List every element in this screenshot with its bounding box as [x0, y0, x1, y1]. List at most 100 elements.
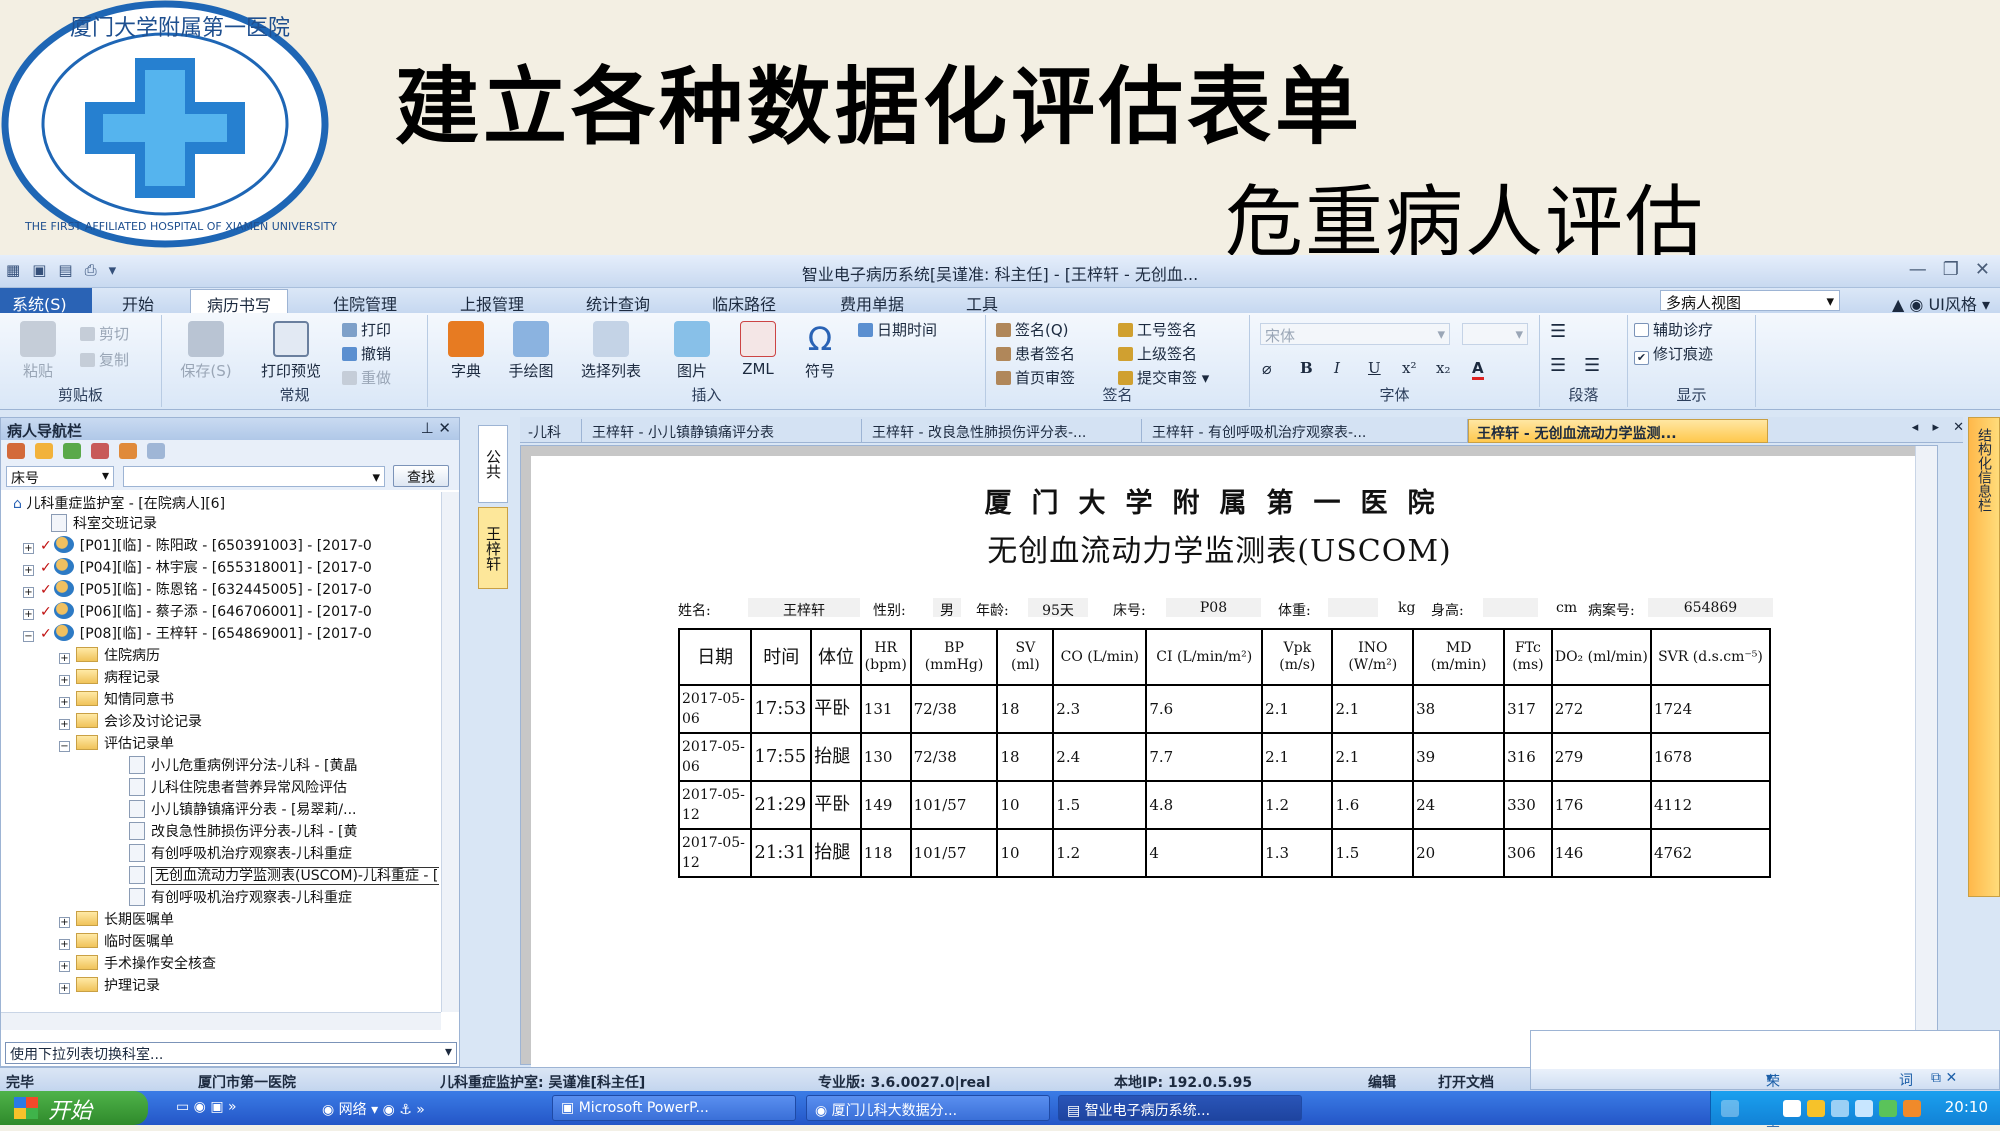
tree-folder[interactable]: + 会诊及讨论记录 [59, 712, 202, 732]
document-vertical-scrollbar[interactable] [1915, 446, 1937, 1056]
doc-tab[interactable]: 王梓轩 - 小儿镇静镇痛评分表 [584, 419, 862, 443]
tree-document-selected[interactable]: 无创血流动力学监测表(USCOM)-儿科重症 - [苏潘琛/易翠莉] [129, 866, 439, 886]
doc-tab[interactable]: 王梓轩 - 有创呼吸机治疗观察表-... [1144, 419, 1468, 443]
expand-icon[interactable]: + [23, 609, 34, 620]
table-cell[interactable]: 72/38 [909, 732, 999, 782]
table-cell[interactable]: 279 [1550, 732, 1652, 782]
tab-tools[interactable]: 工具 [966, 291, 998, 315]
expand-icon[interactable]: + [59, 675, 70, 686]
ime-word[interactable]: 词 [1899, 1070, 1913, 1090]
table-cell[interactable]: 7.6 [1145, 684, 1264, 734]
tree-document[interactable]: 小儿镇静镇痛评分表 - [易翠莉/... [129, 800, 356, 820]
align-left-button[interactable]: ☰ [1550, 321, 1566, 342]
tab-system[interactable]: 系统(S) [0, 288, 92, 314]
superscript-button[interactable]: x² [1402, 359, 1416, 377]
tree-folder[interactable]: + 临时医嘱单 [59, 932, 174, 952]
age-value[interactable]: 95天 [1028, 598, 1088, 619]
table-cell[interactable]: 2017-05-06 [677, 684, 753, 734]
close-button[interactable]: ✕ [1975, 259, 1990, 280]
table-cell[interactable]: 149 [859, 780, 912, 830]
tree-folder[interactable]: + 手术操作安全核查 [59, 954, 216, 974]
ui-style-menu[interactable]: ▲ ◉ UI风格 ▾ [1892, 291, 1990, 315]
tree-vertical-scrollbar[interactable] [441, 492, 459, 1012]
table-cell[interactable]: 118 [859, 828, 912, 878]
copy-button[interactable]: 复制 [80, 349, 129, 370]
table-cell[interactable]: 4.8 [1145, 780, 1264, 830]
expand-icon[interactable]: + [23, 543, 34, 554]
table-cell[interactable]: 平卧 [810, 780, 862, 830]
tree-shift-record[interactable]: 科室交班记录 [51, 514, 157, 534]
tree-folder[interactable]: + 知情同意书 [59, 690, 174, 710]
ime-user[interactable]: 荣爱堂 ▾ [1766, 1070, 1780, 1130]
table-cell[interactable]: 4 [1145, 828, 1264, 878]
doc-tab[interactable]: 王梓轩 - 改良急性肺损伤评分表-... [864, 419, 1142, 443]
datetime-button[interactable]: 日期时间 [858, 319, 937, 340]
pin-close-controls[interactable]: ⊥ ✕ [421, 419, 451, 437]
tab-report[interactable]: 上报管理 [460, 291, 524, 315]
app-tray-icon[interactable] [1903, 1100, 1921, 1117]
search-input[interactable]: ▾ [123, 466, 385, 487]
table-cell[interactable]: 1.3 [1261, 828, 1334, 878]
bed-value[interactable]: P08 [1166, 598, 1261, 617]
cut-button[interactable]: 剪切 [80, 323, 129, 344]
patients-icon[interactable] [7, 443, 25, 459]
person-icon[interactable] [91, 443, 109, 459]
patient-sign-button[interactable]: 患者签名 [996, 343, 1075, 364]
table-cell[interactable]: 1.2 [1052, 828, 1148, 878]
tree-patient[interactable]: + ✓ [P05][临] - 陈恩铭 - [632445005] - [2017-0 [23, 580, 372, 600]
tree-patient-selected[interactable]: − ✓ [P08][临] - 王梓轩 - [654869001] - [2017-0 [23, 624, 372, 644]
ime-icon[interactable] [1783, 1100, 1801, 1117]
tree-patient[interactable]: + ✓ [P01][临] - 陈阳政 - [650391003] - [2017-0 [23, 536, 372, 556]
height-value[interactable] [1483, 598, 1538, 617]
table-cell[interactable]: 4762 [1649, 828, 1772, 878]
eraser-button[interactable]: ⌀ [1262, 359, 1272, 378]
start-button[interactable]: 开始 [0, 1091, 148, 1125]
expand-icon[interactable]: + [59, 939, 70, 950]
tree-folder[interactable]: + 住院病历 [59, 646, 160, 666]
table-cell[interactable]: 4112 [1649, 780, 1772, 830]
font-size-select[interactable]: ▾ [1462, 323, 1528, 345]
collapse-icon[interactable]: − [23, 631, 34, 642]
table-cell[interactable]: 38 [1412, 684, 1506, 734]
table-cell[interactable]: 317 [1503, 684, 1553, 734]
tab-billing[interactable]: 费用单据 [840, 291, 904, 315]
table-cell[interactable]: 17:55 [750, 732, 813, 782]
tree-folder[interactable]: + 护理记录 [59, 976, 160, 996]
table-cell[interactable]: 306 [1503, 828, 1553, 878]
table-cell[interactable]: 272 [1550, 684, 1652, 734]
table-cell[interactable]: 1.5 [1331, 828, 1415, 878]
tree-document[interactable]: 小儿危重病例评分法-儿科 - [黄晶 [129, 756, 357, 776]
table-cell[interactable]: 2017-05-12 [677, 828, 753, 878]
view-select[interactable]: 多病人视图 ▾ [1660, 290, 1840, 312]
table-cell[interactable]: 平卧 [810, 684, 862, 734]
table-cell[interactable]: 2.1 [1261, 684, 1334, 734]
print-preview-button[interactable]: 打印预览 [248, 321, 334, 381]
group-icon[interactable] [63, 443, 81, 459]
table-cell[interactable]: 2017-05-06 [677, 732, 753, 782]
bold-button[interactable]: B [1300, 359, 1313, 377]
table-cell[interactable]: 130 [859, 732, 912, 782]
revision-trace-checkbox[interactable]: ✔ 修订痕迹 [1634, 343, 1713, 365]
quick-launch[interactable]: ▭ ◉ ▣ » [168, 1095, 245, 1121]
table-cell[interactable]: 2.1 [1331, 732, 1415, 782]
tab-nav-controls[interactable]: ◂ ▸ ✕ [1912, 420, 1969, 435]
tab-statistics[interactable]: 统计查询 [586, 291, 650, 315]
tree-horizontal-scrollbar[interactable] [1, 1012, 441, 1030]
table-cell[interactable]: 20 [1412, 828, 1506, 878]
font-dict-button[interactable]: 字典 [438, 321, 494, 381]
align-justify-button[interactable]: ☰ [1584, 355, 1600, 376]
table-cell[interactable]: 176 [1550, 780, 1652, 830]
table-cell[interactable]: 24 [1412, 780, 1506, 830]
table-cell[interactable]: 1724 [1649, 684, 1772, 734]
table-cell[interactable]: 18 [996, 684, 1055, 734]
subscript-button[interactable]: x₂ [1436, 359, 1450, 377]
tree-folder[interactable]: + 病程记录 [59, 668, 160, 688]
table-cell[interactable]: 10 [996, 828, 1055, 878]
patient-tab[interactable]: 王梓轩 [478, 507, 508, 589]
table-cell[interactable]: 抬腿 [810, 828, 862, 878]
sex-value[interactable]: 男 [933, 598, 961, 619]
table-cell[interactable]: 18 [996, 732, 1055, 782]
table-cell[interactable]: 2.1 [1331, 684, 1415, 734]
table-cell[interactable]: 21:29 [750, 780, 813, 830]
table-cell[interactable]: 2017-05-12 [677, 780, 753, 830]
